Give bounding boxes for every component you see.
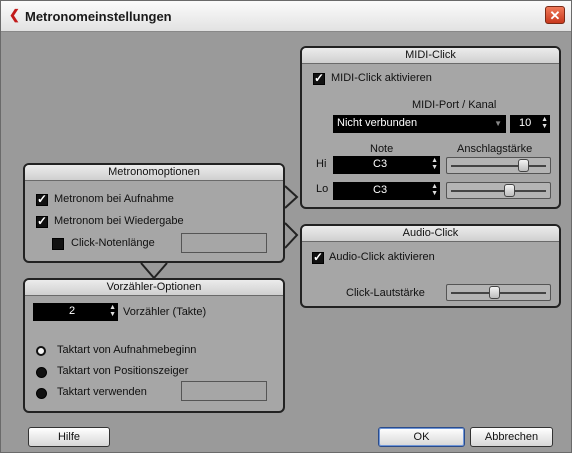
midi-port-value: Nicht verbunden — [337, 117, 418, 129]
metronome-record-checkbox[interactable] — [36, 192, 48, 206]
connector-metronome-to-precount — [140, 262, 168, 280]
slider-track — [451, 190, 546, 192]
signature-field[interactable] — [181, 381, 267, 401]
radio-use-signature-label: Taktart verwenden — [57, 386, 147, 398]
note-column-label: Note — [370, 143, 394, 155]
stepper-arrows-icon: ▲ ▼ — [541, 116, 548, 130]
click-notelength-checkbox[interactable] — [52, 238, 64, 250]
radio-use-signature[interactable] — [36, 388, 47, 399]
connector-metronome-to-audio — [284, 222, 299, 249]
metronome-options-panel: Metronomoptionen Metronom bei Aufnahme M… — [23, 163, 285, 263]
help-button[interactable]: Hilfe — [28, 427, 110, 447]
stepper-arrows-icon: ▲ ▼ — [431, 157, 438, 171]
precount-bars-label: Vorzähler (Takte) — [123, 306, 207, 318]
connector-metronome-to-midi — [284, 185, 299, 209]
hi-velocity-slider[interactable] — [446, 157, 551, 174]
radio-signature-record-start[interactable] — [36, 346, 46, 356]
midi-click-panel: MIDI-Click MIDI-Click aktivieren MIDI-Po… — [300, 46, 561, 209]
midi-click-activate-label: MIDI-Click aktivieren — [331, 72, 432, 84]
click-notelength-label: Click-Notenlänge — [71, 237, 155, 249]
metronome-playback-checkbox[interactable] — [36, 214, 48, 228]
precount-bars-value: 2 — [69, 305, 76, 317]
lo-label: Lo — [316, 183, 329, 195]
ok-button[interactable]: OK — [378, 427, 465, 447]
audio-click-activate-checkbox[interactable] — [312, 250, 324, 264]
metronome-options-header: Metronomoptionen — [25, 165, 283, 181]
metronome-settings-dialog: ❮ Metronomeinstellungen ✕ MIDI-Click MID… — [0, 0, 572, 453]
stepper-arrows-icon: ▲ ▼ — [431, 183, 438, 197]
midi-channel-value: 10 — [519, 117, 532, 129]
stepper-arrows-icon: ▲ ▼ — [109, 304, 116, 318]
midi-port-select[interactable]: Nicht verbunden ▼ — [333, 115, 506, 133]
radio-signature-record-start-label: Taktart von Aufnahmebeginn — [57, 344, 197, 356]
metronome-record-label: Metronom bei Aufnahme — [54, 193, 174, 205]
window-title: Metronomeinstellungen — [25, 9, 172, 24]
precount-options-panel: Vorzähler-Optionen 2 ▲ ▼ Vorzähler (Takte… — [23, 278, 285, 413]
slider-knob[interactable] — [489, 286, 501, 299]
chevron-down-icon: ▼ — [494, 119, 502, 128]
click-volume-slider[interactable] — [446, 284, 551, 301]
midi-port-channel-label: MIDI-Port / Kanal — [412, 99, 497, 111]
cancel-button[interactable]: Abbrechen — [470, 427, 553, 447]
midi-channel-stepper[interactable]: 10 ▲ ▼ — [510, 115, 550, 133]
slider-knob[interactable] — [518, 159, 530, 172]
audio-click-header: Audio-Click — [302, 226, 559, 242]
hi-label: Hi — [316, 158, 327, 170]
app-logo-icon: ❮ — [9, 7, 20, 22]
lo-velocity-slider[interactable] — [446, 182, 551, 199]
lo-note-value: C3 — [373, 184, 388, 196]
hi-note-field[interactable]: C3 ▲ ▼ — [333, 156, 440, 174]
radio-signature-position-cursor[interactable] — [36, 367, 47, 378]
midi-click-header: MIDI-Click — [302, 48, 559, 64]
title-bar: ❮ Metronomeinstellungen ✕ — [1, 1, 571, 32]
velocity-column-label: Anschlagstärke — [457, 143, 533, 155]
precount-options-header: Vorzähler-Optionen — [25, 280, 283, 296]
audio-click-panel: Audio-Click Audio-Click aktivieren Click… — [300, 224, 561, 308]
lo-note-field[interactable]: C3 ▲ ▼ — [333, 182, 440, 200]
audio-click-activate-label: Audio-Click aktivieren — [329, 251, 435, 263]
precount-bars-stepper[interactable]: 2 ▲ ▼ — [33, 303, 118, 321]
metronome-playback-label: Metronom bei Wiedergabe — [54, 215, 184, 227]
close-button[interactable]: ✕ — [545, 6, 565, 24]
click-notelength-field[interactable] — [181, 233, 267, 253]
slider-track — [451, 165, 546, 167]
hi-note-value: C3 — [373, 158, 388, 170]
radio-signature-position-cursor-label: Taktart von Positionszeiger — [57, 365, 189, 377]
slider-knob[interactable] — [504, 184, 516, 197]
midi-click-activate-checkbox[interactable] — [313, 71, 325, 85]
click-volume-label: Click-Lautstärke — [346, 287, 425, 299]
